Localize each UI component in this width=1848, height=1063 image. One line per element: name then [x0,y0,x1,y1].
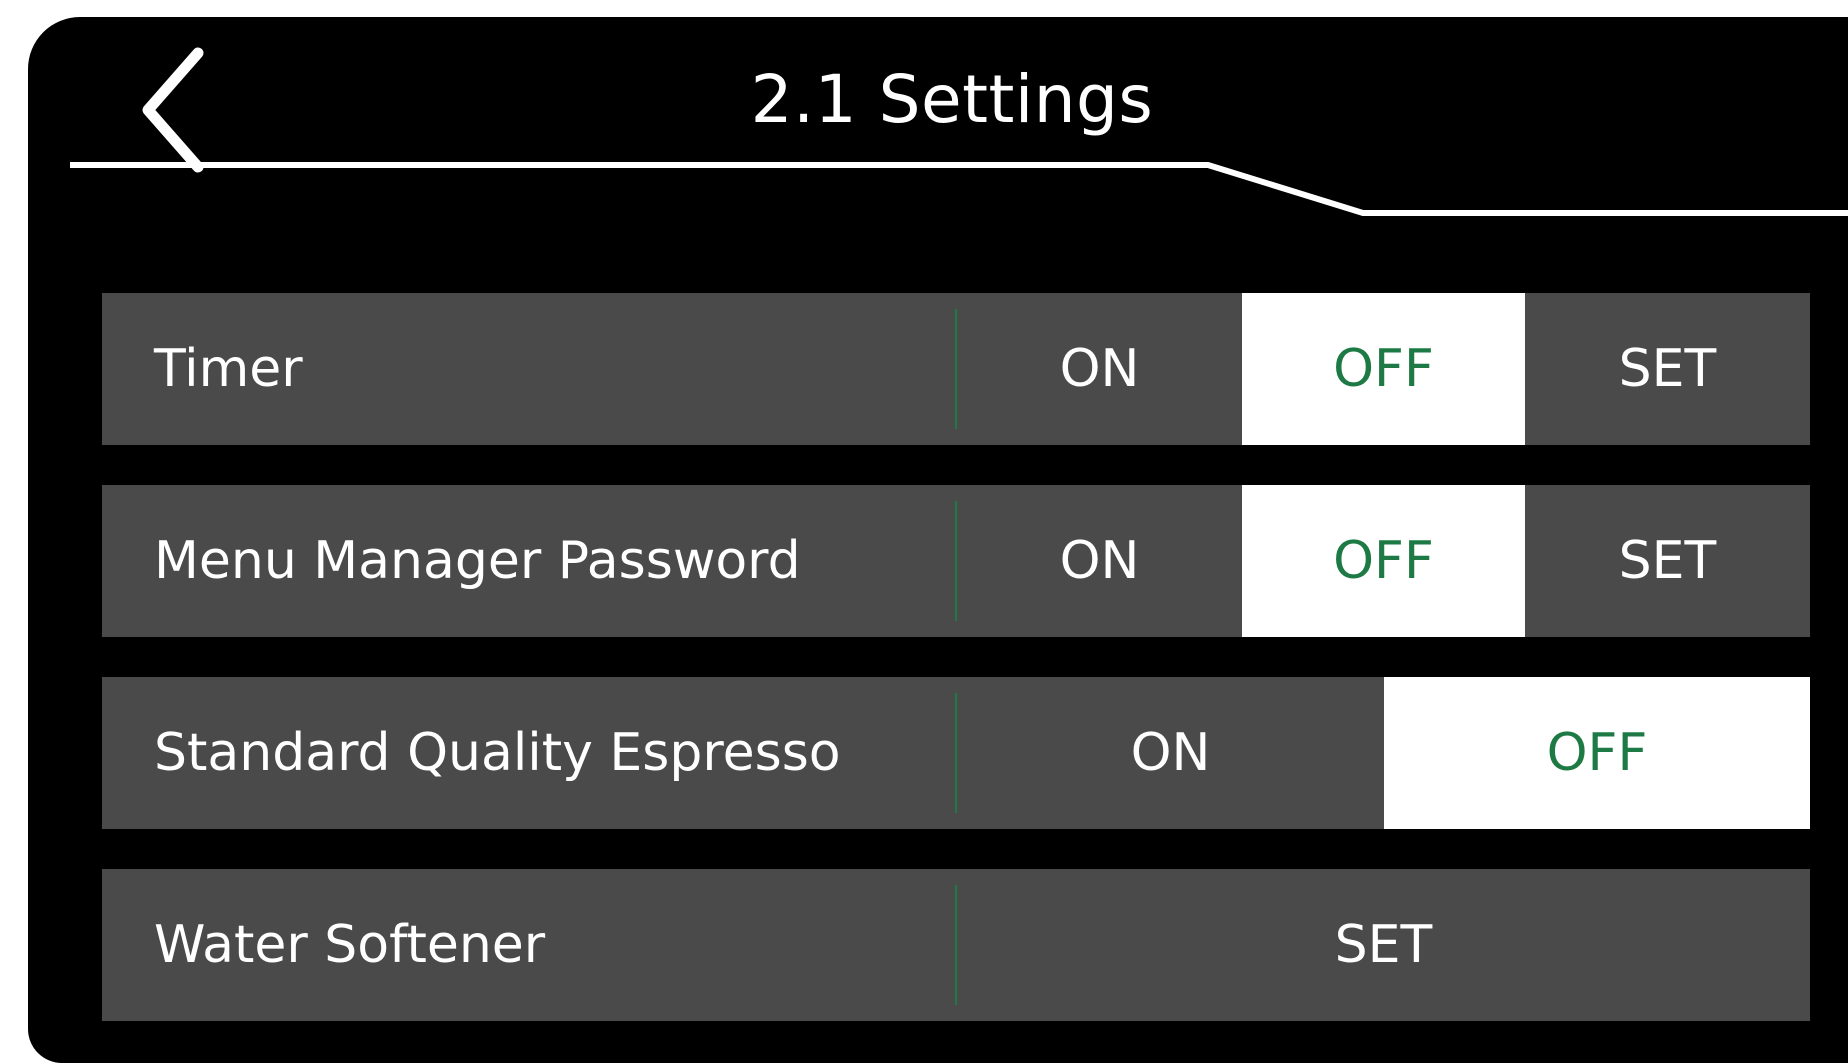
setting-label: Water Softener [154,915,546,975]
page-title: 2.1 Settings [750,61,1154,138]
setting-label: Standard Quality Espresso [154,723,841,783]
menu-password-on-button[interactable]: ON [957,485,1242,637]
menu-password-set-button[interactable]: SET [1525,485,1810,637]
timer-on-button[interactable]: ON [957,293,1242,445]
setting-label: Timer [154,339,303,399]
menu-password-off-button[interactable]: OFF [1242,485,1525,637]
setting-label: Menu Manager Password [154,531,801,591]
setting-row-menu-manager-password: Menu Manager Password ON OFF SET [102,485,1810,637]
setting-row-water-softener: Water Softener SET [102,869,1810,1021]
setting-row-standard-quality-espresso: Standard Quality Espresso ON OFF [102,677,1810,829]
timer-set-button[interactable]: SET [1525,293,1810,445]
espresso-off-button[interactable]: OFF [1384,677,1810,829]
setting-row-timer: Timer ON OFF SET [102,293,1810,445]
espresso-on-button[interactable]: ON [957,677,1384,829]
water-softener-set-button[interactable]: SET [957,869,1810,1021]
timer-off-button[interactable]: OFF [1242,293,1525,445]
